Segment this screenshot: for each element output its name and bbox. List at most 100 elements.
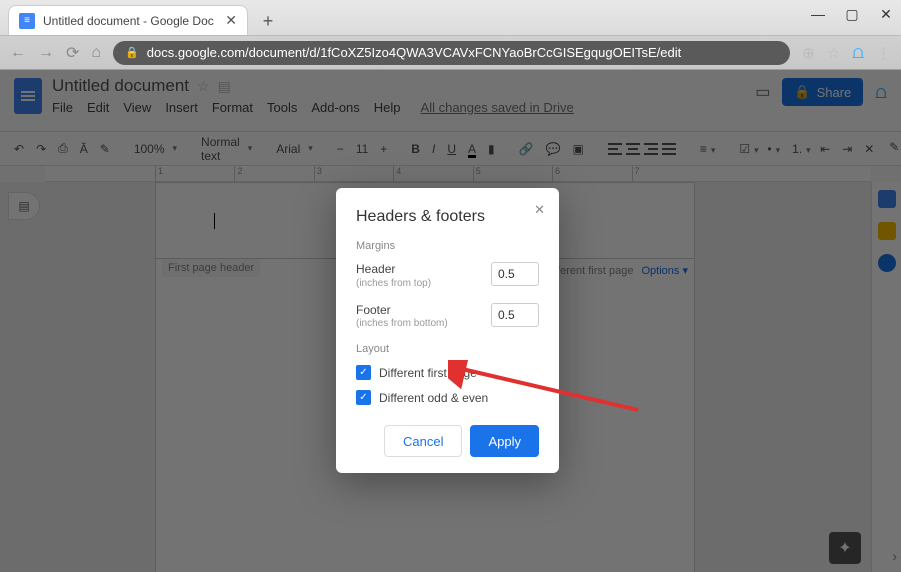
add-comment-icon[interactable]: 💬 — [546, 142, 561, 156]
lock-icon: 🔒 — [125, 46, 139, 59]
keep-addon-icon[interactable] — [878, 222, 896, 240]
ruler-tick: 5 — [473, 166, 552, 181]
checkbox-label: Different odd & even — [379, 391, 488, 405]
indent-increase-icon[interactable]: ⇥ — [842, 142, 852, 156]
font-increase[interactable]: + — [380, 142, 387, 156]
footer-margin-label: Footer — [356, 303, 448, 319]
window-maximize[interactable]: ▢ — [845, 6, 859, 23]
checklist-icon[interactable]: ☑ — [739, 142, 755, 156]
browser-menu-icon[interactable]: ⋮ — [876, 44, 891, 62]
editing-mode-icon[interactable]: ✎ — [886, 140, 901, 158]
calendar-addon-icon[interactable] — [878, 190, 896, 208]
window-close[interactable]: ✕ — [879, 6, 893, 23]
lock-icon: 🔒 — [794, 84, 810, 100]
document-title[interactable]: Untitled document — [52, 76, 189, 96]
bullet-list-icon[interactable]: • — [767, 142, 780, 156]
line-spacing-icon[interactable]: ≡ — [700, 142, 716, 156]
zoom-dropdown[interactable]: 100% — [134, 142, 177, 156]
share-label: Share — [817, 85, 852, 100]
redo-icon[interactable]: ↷ — [36, 142, 46, 156]
header-margin-label: Header — [356, 262, 431, 278]
save-status[interactable]: All changes saved in Drive — [421, 100, 574, 115]
menu-addons[interactable]: Add-ons — [311, 100, 359, 115]
tab-close-icon[interactable]: ✕ — [225, 12, 237, 29]
nav-forward-icon[interactable]: → — [38, 44, 54, 62]
nav-back-icon[interactable]: ← — [10, 44, 26, 62]
menu-help[interactable]: Help — [374, 100, 401, 115]
browser-address-bar: ← → ⟳ ⌂ 🔒 docs.google.com/document/d/1fC… — [0, 36, 901, 70]
side-panel-collapse-icon[interactable]: › — [892, 548, 897, 564]
menu-format[interactable]: Format — [212, 100, 253, 115]
checkbox-label: Different first page — [379, 366, 477, 380]
highlight-icon[interactable]: ▮ — [488, 142, 495, 156]
underline-icon[interactable]: U — [447, 142, 456, 156]
align-buttons — [608, 143, 676, 155]
different-odd-even-checkbox[interactable]: ✓ Different odd & even — [356, 390, 539, 405]
nav-reload-icon[interactable]: ⟳ — [66, 43, 79, 63]
undo-icon[interactable]: ↶ — [14, 142, 24, 156]
print-icon[interactable]: ⎙ — [58, 141, 68, 156]
tasks-addon-icon[interactable] — [878, 254, 896, 272]
insert-image-icon[interactable]: ▣ — [573, 142, 584, 156]
ruler-tick: 2 — [234, 166, 313, 181]
indent-decrease-icon[interactable]: ⇤ — [820, 142, 830, 156]
apply-button[interactable]: Apply — [470, 425, 539, 457]
side-panel — [871, 182, 901, 572]
align-center-icon[interactable] — [626, 143, 640, 155]
nav-home-icon[interactable]: ⌂ — [91, 44, 101, 62]
outline-toggle-icon[interactable]: ▤ — [8, 192, 40, 220]
open-comments-icon[interactable]: ▭ — [755, 82, 770, 102]
menu-edit[interactable]: Edit — [87, 100, 109, 115]
ruler-tick: 7 — [632, 166, 711, 181]
star-icon[interactable]: ☆ — [197, 78, 210, 95]
window-minimize[interactable]: — — [811, 6, 825, 23]
number-list-icon[interactable]: 1. — [792, 142, 808, 156]
menu-file[interactable]: File — [52, 100, 73, 115]
link-icon[interactable]: 🔗 — [519, 142, 534, 156]
new-tab-button[interactable]: + — [254, 7, 282, 35]
paint-format-icon[interactable]: ✎ — [100, 142, 110, 156]
share-button[interactable]: 🔒 Share — [782, 78, 863, 106]
header-margin-input[interactable] — [491, 262, 539, 286]
headers-footers-dialog: ✕ Headers & footers Margins Header (inch… — [336, 188, 559, 473]
page-zoom-icon[interactable]: ⊕ — [802, 44, 815, 62]
font-decrease[interactable]: − — [337, 142, 344, 156]
align-right-icon[interactable] — [644, 143, 658, 155]
dialog-close-icon[interactable]: ✕ — [534, 202, 545, 218]
spellcheck-icon[interactable]: Ă — [80, 142, 88, 156]
align-left-icon[interactable] — [608, 143, 622, 155]
menu-view[interactable]: View — [123, 100, 151, 115]
font-dropdown[interactable]: Arial — [276, 142, 313, 156]
text-cursor — [214, 213, 215, 229]
ruler-tick: 6 — [552, 166, 631, 181]
tab-title: Untitled document - Google Doc — [43, 14, 225, 28]
different-first-page-checkbox[interactable]: ✓ Different first page — [356, 365, 539, 380]
url-input[interactable]: 🔒 docs.google.com/document/d/1fCoXZ5Izo4… — [113, 41, 790, 65]
url-text: docs.google.com/document/d/1fCoXZ5Izo4QW… — [147, 45, 681, 60]
menu-insert[interactable]: Insert — [165, 100, 198, 115]
wavebox-icon[interactable]: ⩍ — [852, 42, 864, 63]
ruler-tick: 3 — [314, 166, 393, 181]
docs-logo-icon[interactable] — [14, 78, 42, 114]
bold-icon[interactable]: B — [411, 142, 420, 156]
styles-dropdown[interactable]: Normal text — [201, 135, 252, 163]
cancel-button[interactable]: Cancel — [384, 425, 462, 457]
margins-section-label: Margins — [356, 240, 539, 252]
explore-button[interactable]: ✦ — [829, 532, 861, 564]
move-folder-icon[interactable]: ▤ — [218, 78, 231, 95]
font-size-input[interactable]: 11 — [356, 142, 368, 156]
layout-section-label: Layout — [356, 343, 539, 355]
docs-favicon: ≡ — [19, 13, 35, 29]
ruler[interactable]: 1 2 3 4 5 6 7 — [45, 166, 871, 182]
clear-format-icon[interactable]: ✕ — [864, 142, 874, 156]
text-color-icon[interactable]: A — [468, 142, 476, 156]
align-justify-icon[interactable] — [662, 143, 676, 155]
header-zone-label: First page header — [162, 259, 260, 277]
menu-tools[interactable]: Tools — [267, 100, 297, 115]
account-icon[interactable]: ⩍ — [875, 82, 887, 103]
footer-margin-input[interactable] — [491, 303, 539, 327]
browser-tab[interactable]: ≡ Untitled document - Google Doc ✕ — [8, 5, 248, 35]
italic-icon[interactable]: I — [432, 142, 435, 156]
header-options-dropdown[interactable]: Options ▾ — [642, 264, 689, 277]
bookmark-star-icon[interactable]: ☆ — [827, 44, 840, 62]
